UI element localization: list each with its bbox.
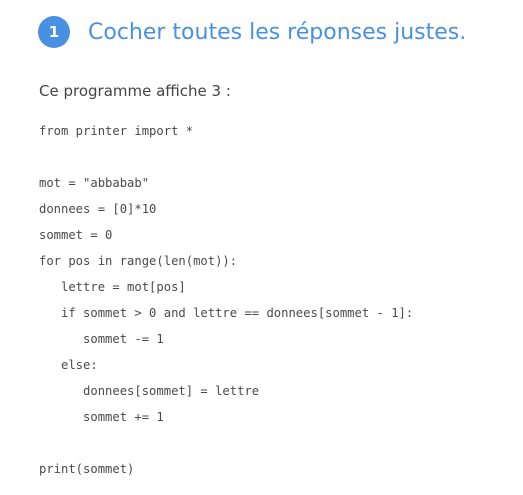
question-header: 1 Cocher toutes les réponses justes. [38, 15, 466, 49]
question-prompt: Ce programme affiche 3 : [39, 82, 231, 100]
code-block: from printer import * mot = "abbabab" do… [39, 118, 413, 482]
question-number-badge: 1 [38, 16, 70, 48]
code-line: donnees = [0]*10 [39, 202, 157, 216]
code-line: mot = "abbabab" [39, 176, 150, 190]
code-line: sommet += 1 [39, 410, 164, 424]
code-line: from printer import * [39, 124, 194, 138]
question-title: Cocher toutes les réponses justes. [88, 19, 467, 45]
code-line: else: [39, 358, 98, 372]
code-line: print(sommet) [39, 462, 135, 476]
code-line: if sommet > 0 and lettre == donnees[somm… [39, 306, 414, 320]
code-line: for pos in range(len(mot)): [39, 254, 238, 268]
code-line: lettre = mot[pos] [39, 280, 186, 294]
code-line: sommet = 0 [39, 228, 113, 242]
code-line: sommet -= 1 [39, 332, 164, 346]
code-line: donnees[sommet] = lettre [39, 384, 260, 398]
